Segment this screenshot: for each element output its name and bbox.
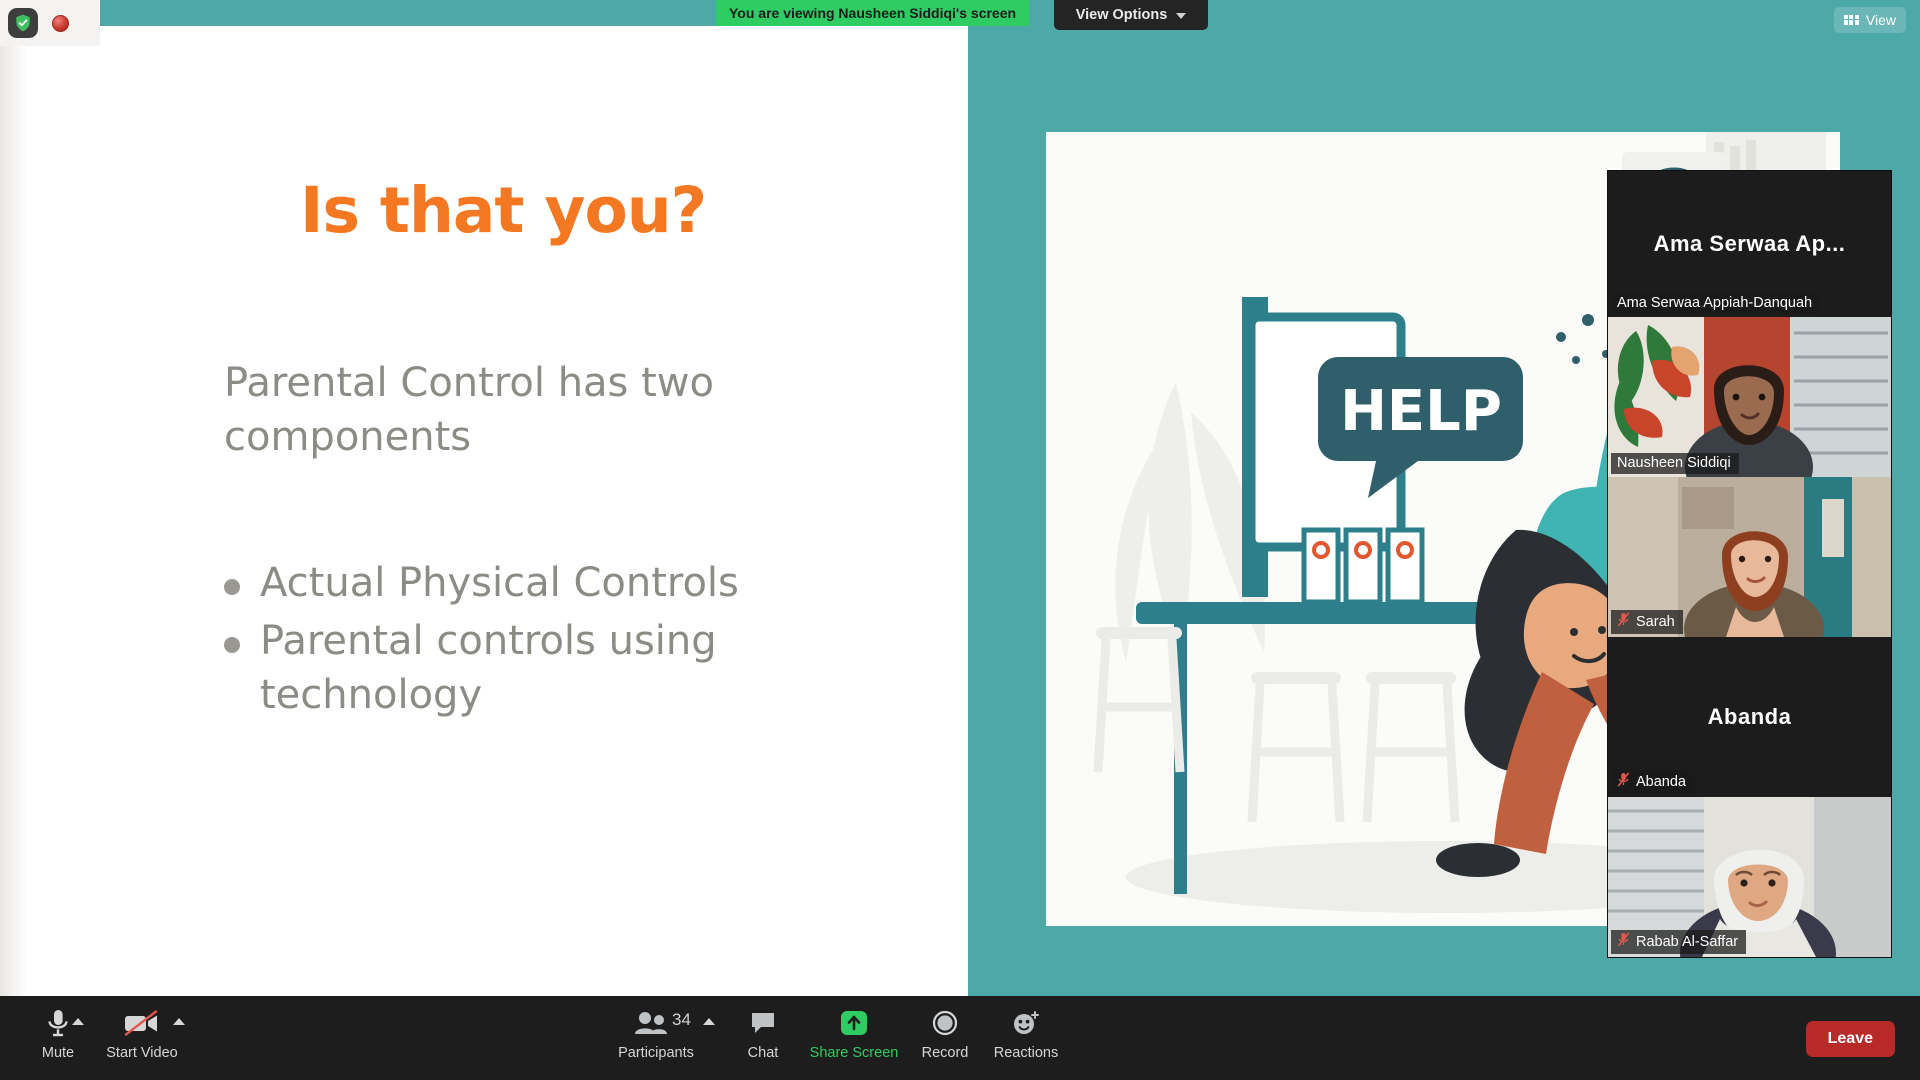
leave-label: Leave [1827,1030,1873,1047]
participant-label-text: Rabab Al-Saffar [1636,933,1739,950]
microphone-muted-icon [1617,932,1630,951]
participant-label-text: Sarah [1636,613,1675,630]
viewing-screen-banner-text: You are viewing Nausheen Siddiqi's scree… [729,5,1017,21]
bullet-dot-icon [224,637,240,653]
list-item: Actual Physical Controls [224,556,904,610]
mute-button[interactable]: Mute [10,1007,106,1061]
view-layout-button[interactable]: View [1833,7,1906,33]
shield-check-icon[interactable] [8,8,38,38]
share-screen-up-arrow-icon [839,1007,869,1039]
chat-label: Chat [747,1045,779,1061]
participant-name-label: Ama Serwaa Appiah-Danquah [1611,293,1821,314]
participant-tile[interactable]: Rabab Al-Saffar [1608,797,1891,957]
mute-options-caret-icon[interactable] [72,1018,84,1025]
view-options-button[interactable]: View Options [1054,0,1208,30]
chat-bubble-icon [749,1007,777,1039]
shared-screen-left-edge [0,26,28,996]
participant-label-text: Abanda [1636,773,1686,790]
participant-name-label: Abanda [1611,770,1694,794]
slide-bullet-text: Parental controls using technology [260,618,717,718]
viewing-screen-banner: You are viewing Nausheen Siddiqi's scree… [716,0,1030,26]
share-screen-button[interactable]: Share Screen [806,1007,902,1061]
participants-label: Participants [618,1045,694,1061]
grid-view-icon [1843,14,1859,26]
list-item: Parental controls using technology [224,614,904,722]
start-video-label: Start Video [106,1045,178,1061]
participants-count: 34 [672,1010,691,1029]
microphone-muted-icon [1617,612,1630,631]
view-button-label: View [1865,12,1896,28]
meeting-toolbar: Mute Start Video Participants 34 Chat Sh… [0,996,1920,1080]
participants-options-caret-icon[interactable] [703,1018,715,1025]
record-circle-icon [931,1007,959,1039]
chat-button[interactable]: Chat [715,1007,811,1061]
camera-off-icon [122,1007,162,1039]
smiley-plus-icon [1011,1007,1041,1039]
participant-name-label: Nausheen Siddiqi [1611,453,1739,474]
participant-tile[interactable]: Nausheen Siddiqi [1608,317,1891,477]
share-screen-label: Share Screen [809,1045,899,1061]
slide-title: Is that you? [300,174,707,247]
shared-screen-slide[interactable]: Is that you? Parental Control has two co… [28,26,968,996]
participant-filmstrip[interactable]: Ama Serwaa Ap... Ama Serwaa Appiah-Danqu… [1607,170,1892,958]
participant-label-text: Ama Serwaa Appiah-Danquah [1617,295,1813,311]
participant-name-label: Rabab Al-Saffar [1611,930,1747,954]
record-label: Record [921,1045,969,1061]
slide-bullet-list: Actual Physical Controls Parental contro… [224,556,904,726]
leave-button[interactable]: Leave [1805,1021,1895,1057]
reactions-button[interactable]: Reactions [978,1007,1074,1061]
participant-tile[interactable]: Ama Serwaa Ap... Ama Serwaa Appiah-Danqu… [1608,171,1891,317]
svg-text:HELP: HELP [1340,379,1502,444]
slide-bullet-text: Actual Physical Controls [260,560,739,606]
participant-display-name: Abanda [1707,704,1792,729]
participant-display-name: Ama Serwaa Ap... [1653,231,1846,256]
participant-label-text: Nausheen Siddiqi [1617,455,1731,471]
start-video-button[interactable]: Start Video [94,1007,190,1061]
bullet-dot-icon [224,579,240,595]
participant-tile[interactable]: Sarah [1608,477,1891,637]
slide-subtitle: Parental Control has two components [224,360,714,460]
chevron-down-icon [1176,13,1187,19]
top-left-indicators [0,0,100,46]
mute-label: Mute [41,1045,75,1061]
microphone-icon [45,1007,71,1039]
microphone-muted-icon [1617,772,1630,791]
video-options-caret-icon[interactable] [173,1018,185,1025]
zoom-meeting-window: You are viewing Nausheen Siddiqi's scree… [0,0,1920,1080]
view-options-label: View Options [1075,7,1168,23]
participant-name-label: Sarah [1611,610,1683,634]
record-dot-icon[interactable] [52,14,69,32]
reactions-label: Reactions [993,1045,1059,1061]
participant-tile[interactable]: Abanda Abanda [1608,637,1891,797]
